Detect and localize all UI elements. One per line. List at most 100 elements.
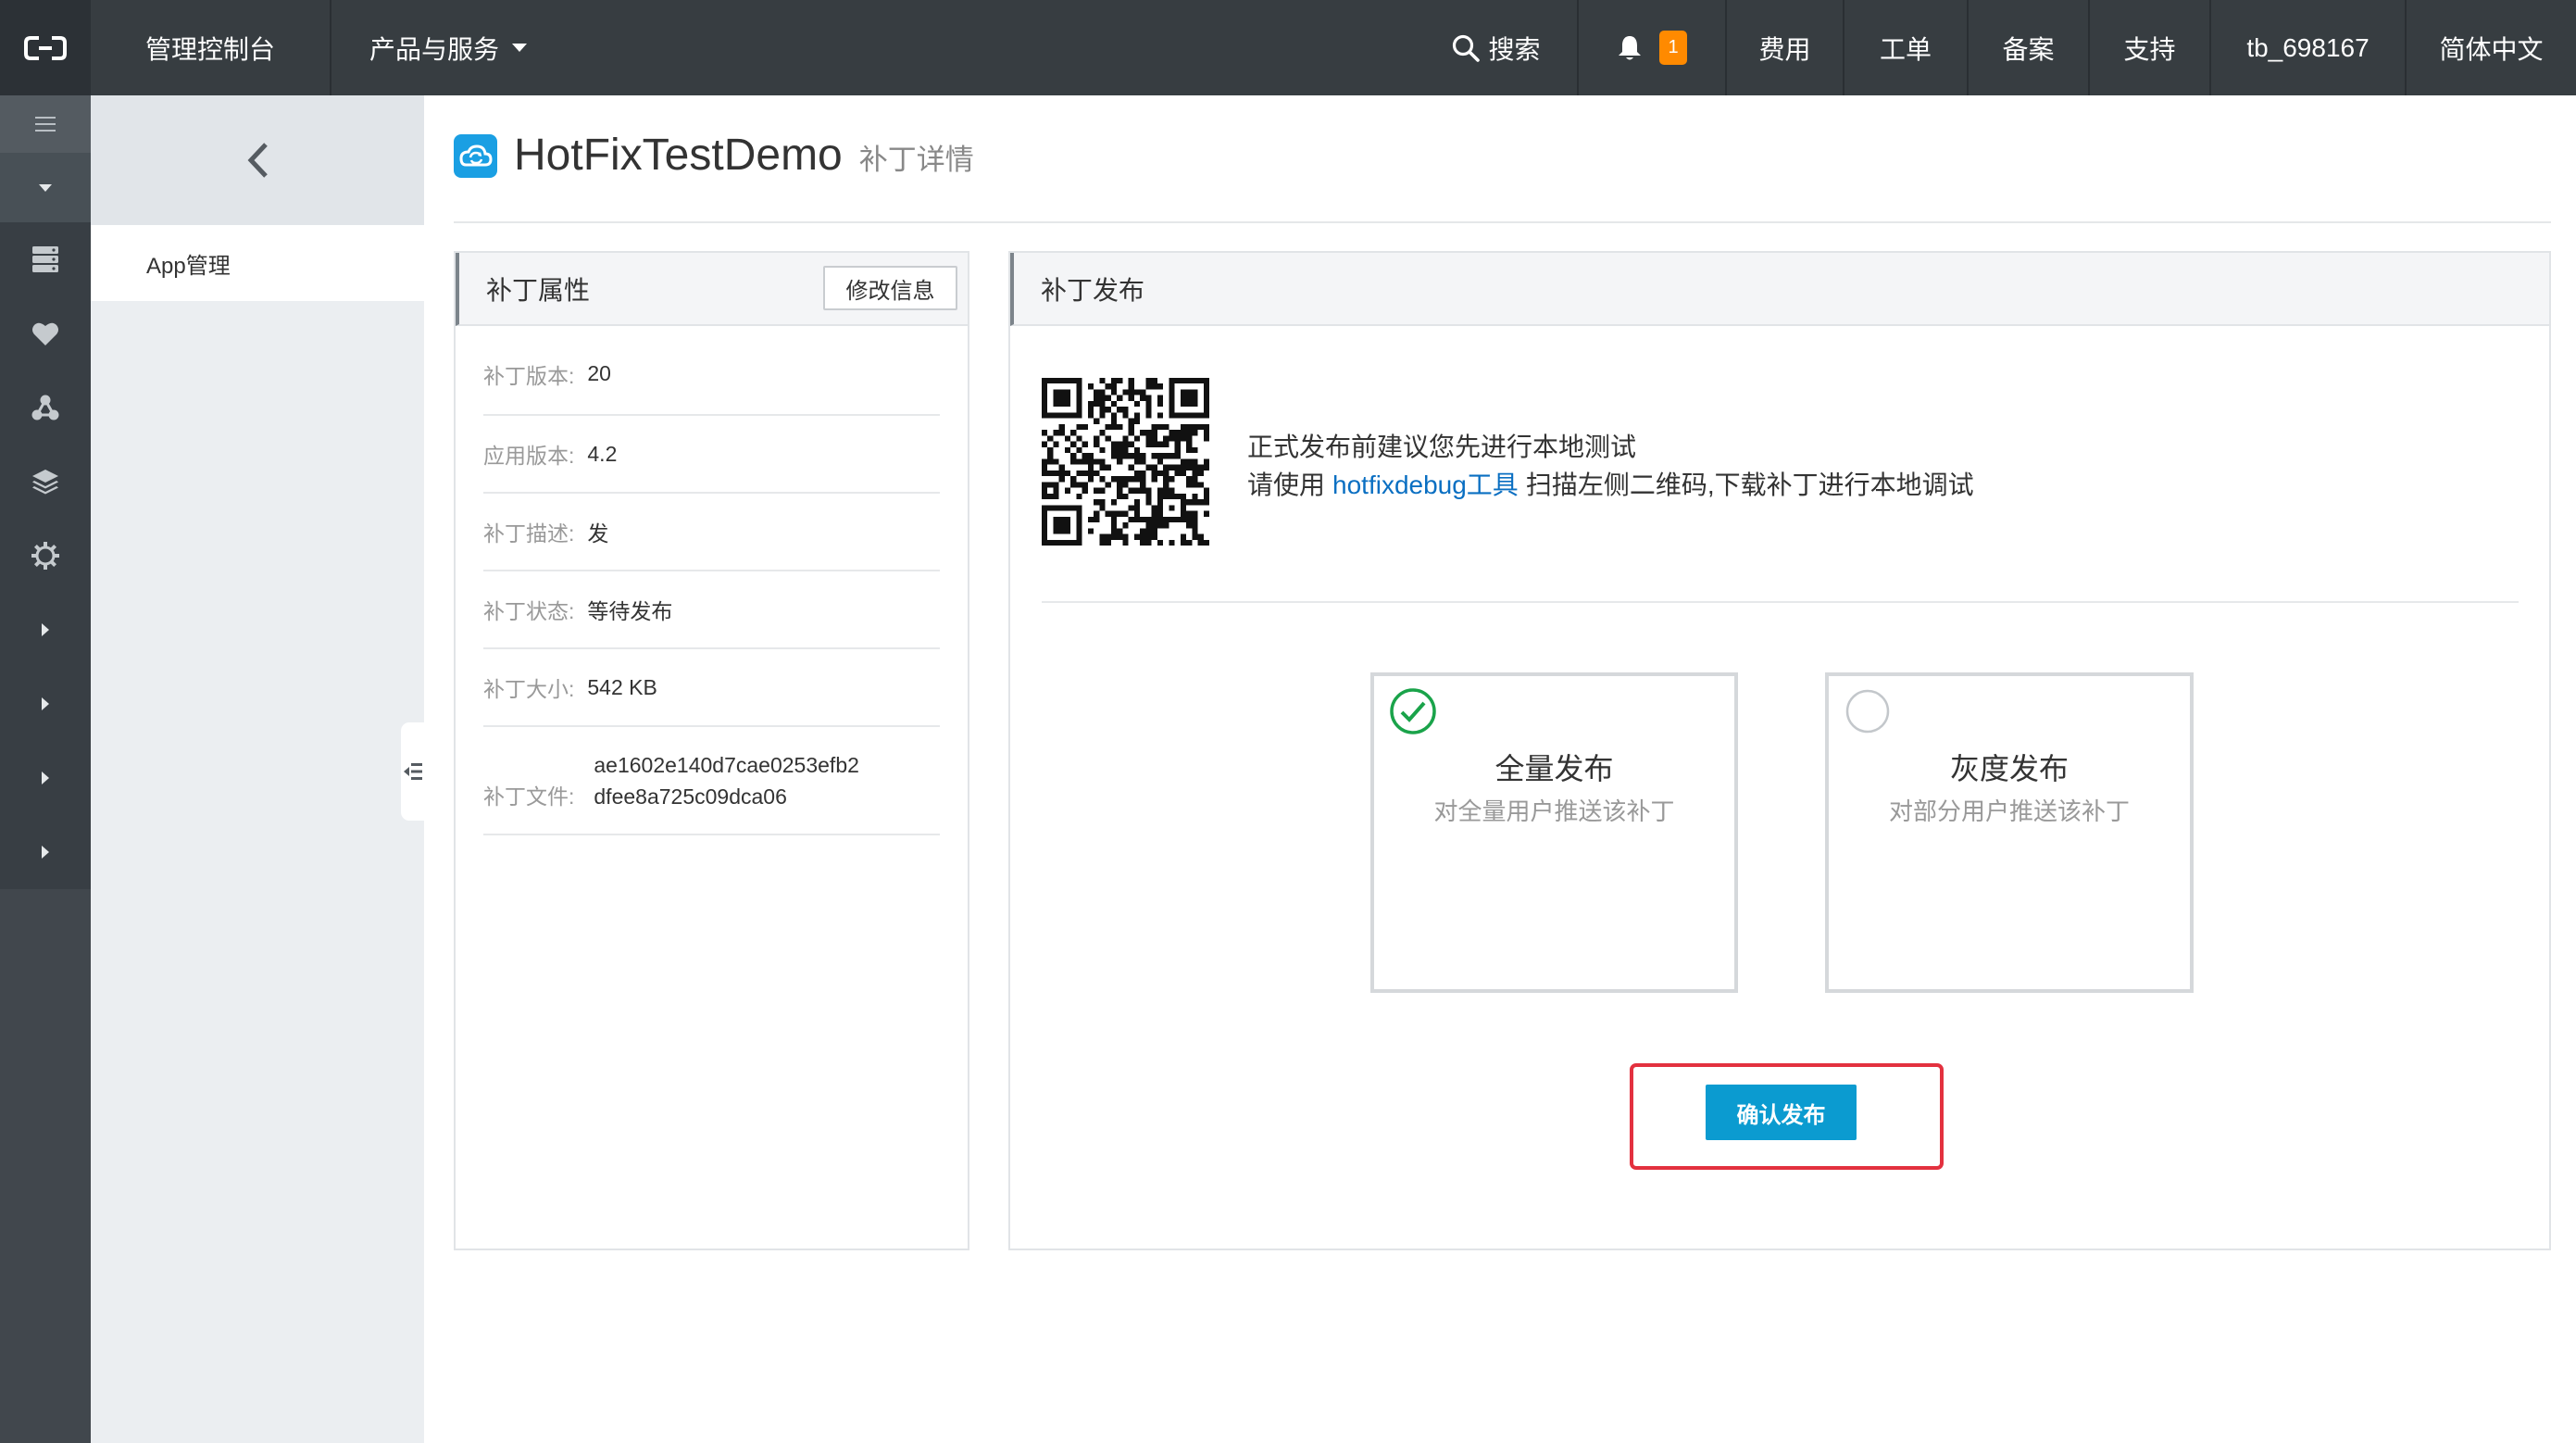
sidebar-item-settings[interactable] — [0, 519, 91, 593]
file-hash-line: dfee8a725c09dca06 — [594, 784, 787, 809]
sidebar-item-collapsed-1[interactable] — [0, 593, 91, 667]
property-list: 补丁版本: 20 应用版本: 4.2 补丁描述: 发 补丁状态: 等待发布 补丁… — [483, 333, 940, 835]
heart-icon — [32, 322, 58, 345]
empty-circle-icon — [1845, 689, 1890, 734]
gear-icon — [31, 542, 59, 570]
sidebar-item-storage[interactable] — [0, 445, 91, 519]
search-button[interactable]: 搜索 — [1415, 0, 1577, 95]
property-value: 等待发布 — [587, 599, 673, 623]
tickets-link[interactable]: 工单 — [1843, 0, 1967, 95]
caret-right-icon — [42, 697, 49, 710]
edit-info-label: 修改信息 — [845, 278, 935, 304]
sidebar-menu-toggle[interactable] — [0, 95, 91, 153]
username: tb_698167 — [2246, 32, 2370, 62]
console-home-link[interactable]: 管理控制台 — [91, 0, 331, 95]
language-label: 简体中文 — [2439, 34, 2544, 64]
products-menu[interactable]: 产品与服务 — [331, 0, 528, 95]
patch-publish-panel: 补丁发布 正式发布前建议您先进行本地测试 请使用 hotfixdebug工具 扫描左… — [1008, 251, 2551, 1250]
collapse-icon — [403, 763, 422, 780]
property-row-app-version: 应用版本: 4.2 — [483, 416, 940, 494]
icp-filing-link[interactable]: 备案 — [1967, 0, 2088, 95]
top-navbar: 管理控制台 产品与服务 搜索 1 费用 工单 备案 支持 tb_698167 简… — [0, 0, 2576, 95]
property-value: 542 KB — [587, 674, 657, 699]
page-header: HotFixTestDemo 补丁详情 — [514, 128, 974, 183]
caret-right-icon — [42, 846, 49, 859]
support-label: 支持 — [2123, 34, 2176, 64]
section-divider — [1042, 601, 2519, 603]
property-label: 补丁文件: — [483, 784, 575, 809]
billing-label: 费用 — [1758, 34, 1811, 64]
subnav-item-app-management[interactable]: App管理 — [91, 225, 424, 301]
chevron-left-icon — [247, 143, 268, 178]
nodes-icon — [31, 395, 59, 420]
property-row-size: 补丁大小: 542 KB — [483, 649, 940, 727]
sidebar-item-favorites[interactable] — [0, 296, 91, 370]
panel-title: 补丁发布 — [1041, 275, 1145, 305]
sidebar-item-collapsed-3[interactable] — [0, 741, 91, 815]
option-title: 灰度发布 — [1949, 752, 2069, 785]
option-description: 对部分用户推送该补丁 — [1888, 797, 2130, 825]
notifications-button[interactable]: 1 — [1577, 0, 1725, 95]
panel-title: 补丁属性 — [486, 275, 591, 305]
property-value: 20 — [587, 361, 611, 385]
search-label: 搜索 — [1488, 34, 1541, 64]
confirm-publish-label: 确认发布 — [1736, 1102, 1826, 1128]
file-hash-line: ae1602e140d7cae0253efb2 — [594, 752, 859, 777]
caret-down-icon — [39, 183, 52, 192]
check-circle-icon — [1390, 688, 1436, 734]
confirm-publish-button[interactable]: 确认发布 — [1706, 1085, 1857, 1140]
option-title: 全量发布 — [1494, 752, 1614, 785]
property-label: 补丁大小: — [483, 677, 575, 701]
property-label: 补丁版本: — [483, 363, 575, 388]
option-gray-release[interactable]: 灰度发布 对部分用户推送该补丁 — [1825, 672, 2194, 993]
property-label: 补丁描述: — [483, 521, 575, 546]
sidebar-item-collapsed-2[interactable] — [0, 667, 91, 741]
layers-icon — [32, 470, 58, 495]
patch-properties-panel: 补丁属性 修改信息 补丁版本: 20 应用版本: 4.2 补丁描述: 发 补丁状… — [454, 251, 969, 1250]
search-icon — [1453, 34, 1481, 62]
caret-right-icon — [42, 772, 49, 784]
sidebar-expand-toggle[interactable] — [0, 153, 91, 222]
aliyun-logo[interactable] — [0, 0, 91, 95]
back-button[interactable] — [91, 95, 424, 225]
option-full-release[interactable]: 全量发布 对全量用户推送该补丁 — [1370, 672, 1738, 993]
sidebar-item-network[interactable] — [0, 370, 91, 445]
app-subnav: App管理 — [91, 95, 424, 1443]
hotfixdebug-tool-link[interactable]: hotfixdebug工具 — [1332, 471, 1519, 499]
sidebar-item-servers[interactable] — [0, 222, 91, 296]
hint-line-2: 请使用 hotfixdebug工具 扫描左侧二维码,下载补丁进行本地调试 — [1247, 466, 1974, 504]
caret-right-icon — [42, 623, 49, 636]
language-switcher[interactable]: 简体中文 — [2405, 0, 2576, 95]
hint-suffix: 扫描左侧二维码,下载补丁进行本地调试 — [1525, 471, 1974, 499]
aliyun-logo-icon — [24, 35, 67, 60]
hint-line-1: 正式发布前建议您先进行本地测试 — [1247, 433, 1637, 461]
subnav-collapse-handle[interactable] — [401, 722, 424, 821]
qr-code — [1042, 378, 1209, 546]
property-row-file: 补丁文件: ae1602e140d7cae0253efb2 dfee8a725c… — [483, 727, 940, 835]
property-row-patch-version: 补丁版本: 20 — [483, 333, 940, 416]
property-row-description: 补丁描述: 发 — [483, 494, 940, 571]
billing-link[interactable]: 费用 — [1725, 0, 1843, 95]
server-icon — [32, 246, 58, 272]
hint-prefix: 请使用 — [1247, 471, 1326, 499]
support-link[interactable]: 支持 — [2088, 0, 2209, 95]
top-nav-right: 搜索 1 费用 工单 备案 支持 tb_698167 简体中文 — [1415, 0, 2576, 95]
property-label: 应用版本: — [483, 444, 575, 468]
edit-info-button[interactable]: 修改信息 — [823, 266, 957, 310]
property-row-status: 补丁状态: 等待发布 — [483, 571, 940, 649]
user-menu[interactable]: tb_698167 — [2209, 0, 2405, 95]
subnav-item-label: App管理 — [146, 253, 231, 279]
tickets-label: 工单 — [1879, 34, 1932, 64]
sidebar-item-collapsed-4[interactable] — [0, 815, 91, 889]
panel-header: 补丁发布 — [1010, 253, 2549, 326]
file-property: 补丁文件: ae1602e140d7cae0253efb2 dfee8a725c… — [483, 749, 859, 812]
page-title: HotFixTestDemo — [514, 131, 843, 180]
property-label: 补丁状态: — [483, 599, 575, 623]
header-divider — [454, 221, 2551, 223]
option-description: 对全量用户推送该补丁 — [1433, 797, 1675, 825]
file-hash: ae1602e140d7cae0253efb2 dfee8a725c09dca0… — [594, 749, 859, 812]
local-test-hint: 正式发布前建议您先进行本地测试 请使用 hotfixdebug工具 扫描左侧二维码,… — [1247, 428, 1974, 504]
product-sidebar — [0, 95, 91, 1443]
page-subtitle: 补丁详情 — [858, 144, 974, 176]
icp-filing-label: 备案 — [2002, 34, 2055, 64]
